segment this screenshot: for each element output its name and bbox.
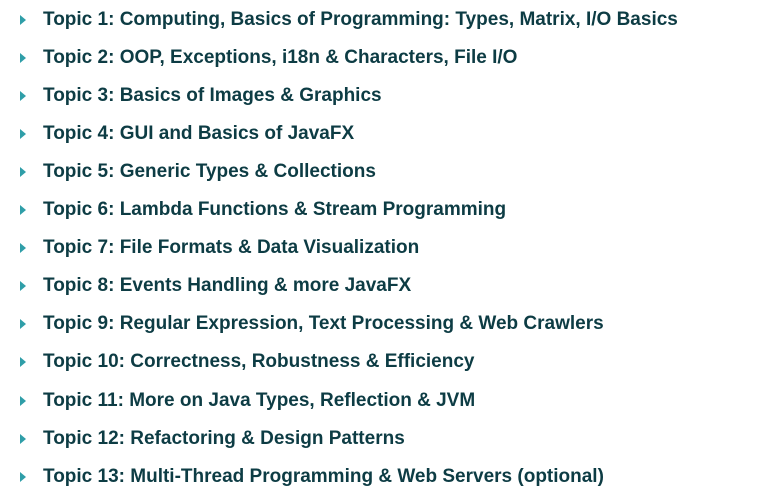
- triangle-bullet-icon: [20, 434, 26, 444]
- topic-label: Topic 11: More on Java Types, Reflection…: [43, 390, 476, 411]
- topic-label: Topic 4: GUI and Basics of JavaFX: [43, 123, 355, 144]
- topic-label: Topic 1: Computing, Basics of Programmin…: [43, 9, 678, 30]
- triangle-bullet-icon: [20, 15, 26, 25]
- topic-label: Topic 3: Basics of Images & Graphics: [43, 85, 382, 106]
- triangle-bullet-icon: [20, 396, 26, 406]
- triangle-bullet-icon: [20, 205, 26, 215]
- triangle-bullet-icon: [20, 472, 26, 482]
- topic-label: Topic 5: Generic Types & Collections: [43, 161, 376, 182]
- topic-label: Topic 2: OOP, Exceptions, i18n & Charact…: [43, 47, 518, 68]
- triangle-bullet-icon: [20, 91, 26, 101]
- triangle-bullet-icon: [20, 281, 26, 291]
- topic-label: Topic 13: Multi-Thread Programming & Web…: [43, 466, 604, 487]
- triangle-bullet-icon: [20, 319, 26, 329]
- triangle-bullet-icon: [20, 129, 26, 139]
- topic-label: Topic 8: Events Handling & more JavaFX: [43, 275, 412, 296]
- triangle-bullet-icon: [20, 53, 26, 63]
- triangle-bullet-icon: [20, 357, 26, 367]
- topic-label: Topic 6: Lambda Functions & Stream Progr…: [43, 199, 507, 220]
- topic-label: Topic 9: Regular Expression, Text Proces…: [43, 313, 604, 334]
- triangle-bullet-icon: [20, 243, 26, 253]
- topic-label: Topic 10: Correctness, Robustness & Effi…: [43, 351, 475, 372]
- topic-label: Topic 12: Refactoring & Design Patterns: [43, 428, 405, 449]
- topic-label: Topic 7: File Formats & Data Visualizati…: [43, 237, 420, 258]
- triangle-bullet-icon: [20, 167, 26, 177]
